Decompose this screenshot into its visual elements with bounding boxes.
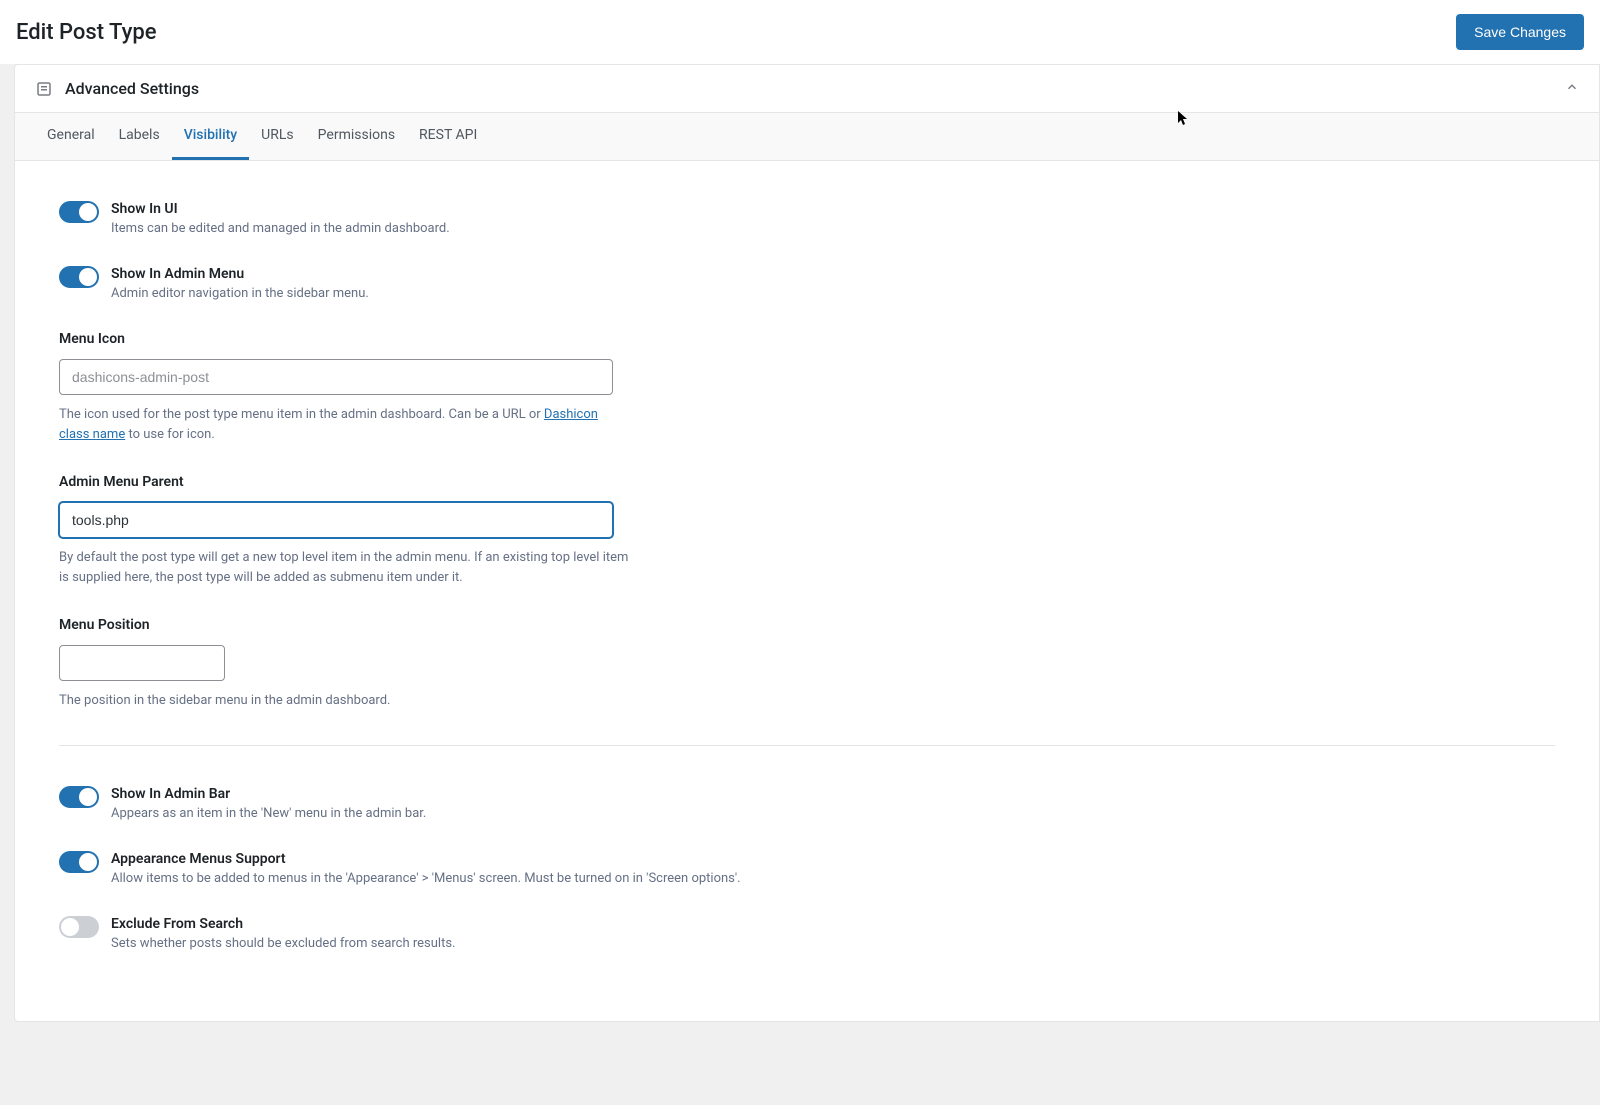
tabs-bar: General Labels Visibility URLs Permissio… xyxy=(15,113,1599,161)
tab-permissions[interactable]: Permissions xyxy=(306,113,407,160)
divider xyxy=(59,745,1555,746)
toggle-show-in-admin-menu[interactable] xyxy=(59,266,99,288)
save-changes-button[interactable]: Save Changes xyxy=(1456,14,1584,50)
desc-show-in-ui: Items can be edited and managed in the a… xyxy=(111,221,450,236)
tab-labels[interactable]: Labels xyxy=(107,113,172,160)
desc-admin-menu-parent: By default the post type will get a new … xyxy=(59,548,629,587)
field-show-in-admin-bar: Show In Admin Bar Appears as an item in … xyxy=(59,786,1555,821)
page-header: Edit Post Type Save Changes xyxy=(0,0,1600,64)
label-appearance-menus: Appearance Menus Support xyxy=(111,851,741,867)
panel-title: Advanced Settings xyxy=(65,79,199,98)
input-menu-position[interactable] xyxy=(59,645,225,681)
tab-rest-api[interactable]: REST API xyxy=(407,113,489,160)
label-menu-icon: Menu Icon xyxy=(59,331,1555,347)
toggle-appearance-menus[interactable] xyxy=(59,851,99,873)
desc-show-in-admin-bar: Appears as an item in the 'New' menu in … xyxy=(111,806,426,821)
toggle-exclude-from-search[interactable] xyxy=(59,916,99,938)
desc-menu-position: The position in the sidebar menu in the … xyxy=(59,691,629,711)
page-title: Edit Post Type xyxy=(16,20,157,45)
field-admin-menu-parent: Admin Menu Parent By default the post ty… xyxy=(59,474,1555,587)
chevron-up-icon[interactable] xyxy=(1565,80,1579,98)
field-exclude-from-search: Exclude From Search Sets whether posts s… xyxy=(59,916,1555,951)
input-menu-icon[interactable] xyxy=(59,359,613,395)
field-menu-icon: Menu Icon The icon used for the post typ… xyxy=(59,331,1555,444)
tab-visibility[interactable]: Visibility xyxy=(172,113,249,160)
desc-show-com-admin-menu: Admin editor navigation in the sidebar m… xyxy=(111,286,369,301)
toggle-show-in-ui[interactable] xyxy=(59,201,99,223)
settings-icon xyxy=(35,80,53,98)
desc-menu-icon: The icon used for the post type menu ite… xyxy=(59,405,629,444)
field-show-in-admin-menu: Show In Admin Menu Admin editor navigati… xyxy=(59,266,1555,301)
advanced-settings-panel: Advanced Settings General Labels Visibil… xyxy=(14,64,1600,1022)
label-show-in-admin-menu: Show In Admin Menu xyxy=(111,266,369,282)
field-menu-position: Menu Position The position in the sideba… xyxy=(59,617,1555,711)
label-show-in-admin-bar: Show In Admin Bar xyxy=(111,786,426,802)
label-menu-position: Menu Position xyxy=(59,617,1555,633)
toggle-show-in-admin-bar[interactable] xyxy=(59,786,99,808)
desc-exclude-from-search: Sets whether posts should be excluded fr… xyxy=(111,936,455,951)
field-appearance-menus: Appearance Menus Support Allow items to … xyxy=(59,851,1555,886)
label-admin-menu-parent: Admin Menu Parent xyxy=(59,474,1555,490)
field-show-in-ui: Show In UI Items can be edited and manag… xyxy=(59,201,1555,236)
tab-content: Show In UI Items can be edited and manag… xyxy=(15,161,1599,1021)
tab-general[interactable]: General xyxy=(35,113,107,160)
label-exclude-from-search: Exclude From Search xyxy=(111,916,455,932)
label-show-in-ui: Show In UI xyxy=(111,201,450,217)
desc-appearance-menus: Allow items to be added to menus in the … xyxy=(111,871,741,886)
panel-header[interactable]: Advanced Settings xyxy=(15,65,1599,113)
tab-urls[interactable]: URLs xyxy=(249,113,305,160)
input-admin-menu-parent[interactable] xyxy=(59,502,613,538)
